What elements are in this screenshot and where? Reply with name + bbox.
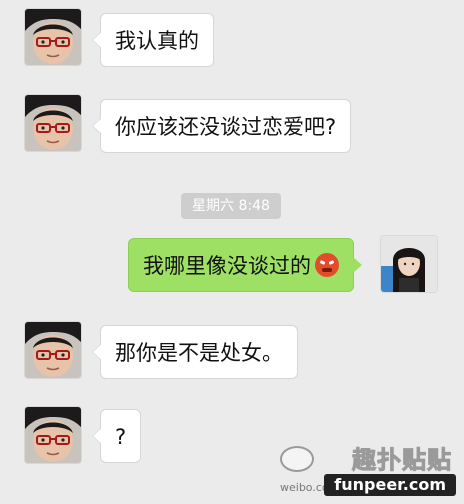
message-text: 我认真的 [115,29,199,53]
incoming-message-bubble[interactable]: 那你是不是处女。 [92,325,298,379]
watermark-url: funpeer.com [324,474,456,496]
incoming-message-bubble[interactable]: ? [91,409,142,463]
avatar-image [25,95,81,151]
weibo-logo-icon [280,446,314,472]
message-text: 你应该还没谈过恋爱吧? [115,115,337,139]
friend-avatar[interactable] [25,95,81,151]
avatar-image [381,236,437,292]
outgoing-message-bubble[interactable]: 我哪里像没谈过的 [128,238,362,292]
avatar-image [25,407,81,463]
message-text: ? [115,425,127,449]
incoming-message-bubble[interactable]: 你应该还没谈过恋爱吧? [91,99,352,153]
friend-avatar[interactable] [25,407,81,463]
watermark-brand: 趣扑贴贴 [352,446,452,475]
friend-avatar[interactable] [25,9,81,65]
watermark: 趣扑贴贴 weibo.com/ funpeer.com [280,440,456,496]
angry-face-icon [315,253,339,277]
avatar-image [25,322,81,378]
message-text: 我哪里像没谈过的 [143,254,311,278]
my-avatar[interactable] [381,236,437,292]
friend-avatar[interactable] [25,322,81,378]
avatar-image [25,9,81,65]
incoming-message-bubble[interactable]: 我认真的 [92,13,214,67]
message-text: 那你是不是处女。 [115,341,283,365]
timestamp-label: 星期六 8:48 [181,193,281,219]
